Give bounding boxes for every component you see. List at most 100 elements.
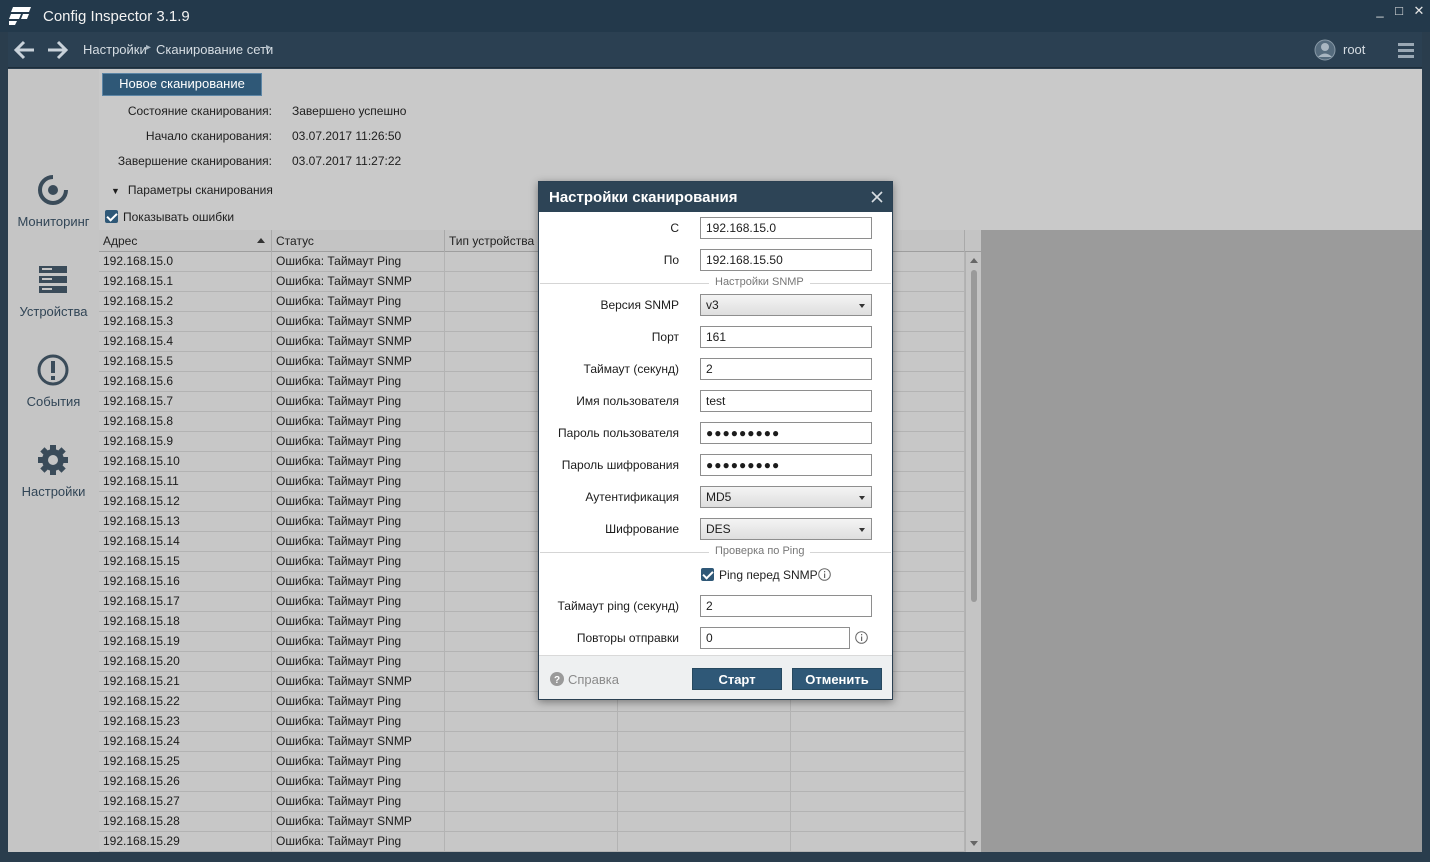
timeout-label: Таймаут (секунд) [583,362,679,376]
cell-status: Ошибка: Таймаут Ping [272,252,445,272]
scan-settings-dialog: Настройки сканирования С 192.168.15.0 По… [538,181,893,700]
port-input[interactable]: 161 [700,326,872,348]
table-row[interactable]: 192.168.15.26 Ошибка: Таймаут Ping [99,772,965,792]
sidebar-item-devices[interactable]: Устройства [8,264,99,342]
cell-empty [445,812,618,832]
events-icon [37,354,69,386]
cell-status: Ошибка: Таймаут Ping [272,452,445,472]
cell-empty [791,732,965,752]
username-label: Имя пользователя [576,394,679,408]
cell-status: Ошибка: Таймаут Ping [272,612,445,632]
dialog-footer: ? Справка Старт Отменить [539,655,892,699]
snmp-section-title: Настройки SNMP [709,276,810,288]
devices-icon [39,266,67,293]
cell-address: 192.168.15.16 [99,572,272,592]
sidebar-item-monitoring[interactable]: Мониторинг [8,174,99,252]
authentication-select[interactable]: MD5 [700,486,872,508]
from-ip-input[interactable]: 192.168.15.0 [700,217,872,239]
show-errors-checkbox[interactable]: Показывать ошибки [105,210,234,224]
ping-timeout-label: Таймаут ping (секунд) [557,599,680,613]
chevron-down-icon [859,304,865,308]
encryption-select[interactable]: DES [700,518,872,540]
table-row[interactable]: 192.168.15.27 Ошибка: Таймаут Ping [99,792,965,812]
details-panel [981,230,1422,852]
scroll-up-arrow-icon[interactable] [970,258,978,263]
cell-address: 192.168.15.22 [99,692,272,712]
encryption-password-label: Пароль шифрования [561,458,679,472]
cell-status: Ошибка: Таймаут Ping [272,372,445,392]
user-avatar-icon[interactable] [1314,39,1336,61]
cell-status: Ошибка: Таймаут Ping [272,512,445,532]
cell-empty [618,752,791,772]
scan-end-label: Завершение сканирования: [117,154,272,168]
breadcrumb-settings[interactable]: Настройки [83,42,147,57]
cancel-button[interactable]: Отменить [792,668,882,690]
cell-address: 192.168.15.8 [99,412,272,432]
cell-address: 192.168.15.10 [99,452,272,472]
forward-arrow-icon[interactable] [44,38,70,62]
sidebar-item-events[interactable]: События [8,354,99,432]
dialog-header: Настройки сканирования [539,182,892,212]
ping-before-snmp-checkbox[interactable]: Ping перед SNMP [701,568,818,582]
cell-status: Ошибка: Таймаут Ping [272,532,445,552]
cell-status: Ошибка: Таймаут SNMP [272,352,445,372]
table-row[interactable]: 192.168.15.23 Ошибка: Таймаут Ping [99,712,965,732]
chevron-down-icon: ▼ [111,186,120,196]
cell-empty [445,832,618,852]
scrollbar-thumb[interactable] [971,270,977,602]
vertical-scrollbar[interactable] [965,252,981,852]
from-label: С [670,221,679,235]
scan-start-value: 03.07.2017 11:26:50 [292,129,402,143]
user-password-input[interactable]: ●●●●●●●●● [700,422,872,444]
title-bar: Config Inspector 3.1.9 _ □ ✕ [0,0,1430,32]
close-icon[interactable] [869,189,885,205]
hamburger-menu-icon[interactable] [1398,42,1414,58]
cell-empty [618,832,791,852]
scroll-down-arrow-icon[interactable] [970,841,978,846]
cell-address: 192.168.15.12 [99,492,272,512]
maximize-button[interactable]: □ [1389,2,1409,22]
cell-empty [618,712,791,732]
cell-address: 192.168.15.0 [99,252,272,272]
sidebar-item-label: Настройки [21,484,86,499]
cell-address: 192.168.15.18 [99,612,272,632]
sidebar-item-label: События [26,394,81,409]
navigation-bar: Настройки ▸ Сканирование сети ▸ root [8,32,1422,68]
cell-status: Ошибка: Таймаут SNMP [272,812,445,832]
new-scan-button[interactable]: Новое сканирование [102,73,262,96]
column-header-status[interactable]: Статус [272,230,445,252]
cell-address: 192.168.15.17 [99,592,272,612]
cell-address: 192.168.15.29 [99,832,272,852]
help-link[interactable]: ? Справка [550,672,619,687]
scan-params-toggle[interactable]: ▼ Параметры сканирования [111,183,273,197]
table-row[interactable]: 192.168.15.29 Ошибка: Таймаут Ping [99,832,965,852]
back-arrow-icon[interactable] [12,38,38,62]
info-icon[interactable] [818,568,831,581]
close-window-button[interactable]: ✕ [1409,2,1429,22]
column-header-address[interactable]: Адрес [99,230,272,252]
start-button[interactable]: Старт [692,668,782,690]
table-row[interactable]: 192.168.15.24 Ошибка: Таймаут SNMP [99,732,965,752]
sidebar-item-settings[interactable]: Настройки [8,444,99,522]
cell-status: Ошибка: Таймаут Ping [272,832,445,852]
encryption-password-input[interactable]: ●●●●●●●●● [700,454,872,476]
timeout-input[interactable]: 2 [700,358,872,380]
table-row[interactable]: 192.168.15.28 Ошибка: Таймаут SNMP [99,812,965,832]
snmp-version-select[interactable]: v3 [700,294,872,316]
cell-status: Ошибка: Таймаут Ping [272,652,445,672]
cell-empty [618,812,791,832]
sort-ascending-icon [257,238,265,243]
breadcrumb-network-scan[interactable]: Сканирование сети [156,42,273,57]
info-icon[interactable] [855,631,868,644]
to-ip-input[interactable]: 192.168.15.50 [700,249,872,271]
minimize-button[interactable]: _ [1370,2,1390,22]
port-label: Порт [651,330,679,344]
chevron-down-icon [859,528,865,532]
user-name[interactable]: root [1343,42,1365,57]
table-row[interactable]: 192.168.15.25 Ошибка: Таймаут Ping [99,752,965,772]
cell-status: Ошибка: Таймаут Ping [272,412,445,432]
retries-input[interactable]: 0 [700,627,850,649]
gear-icon [38,445,68,475]
username-input[interactable]: test [700,390,872,412]
ping-timeout-input[interactable]: 2 [700,595,872,617]
